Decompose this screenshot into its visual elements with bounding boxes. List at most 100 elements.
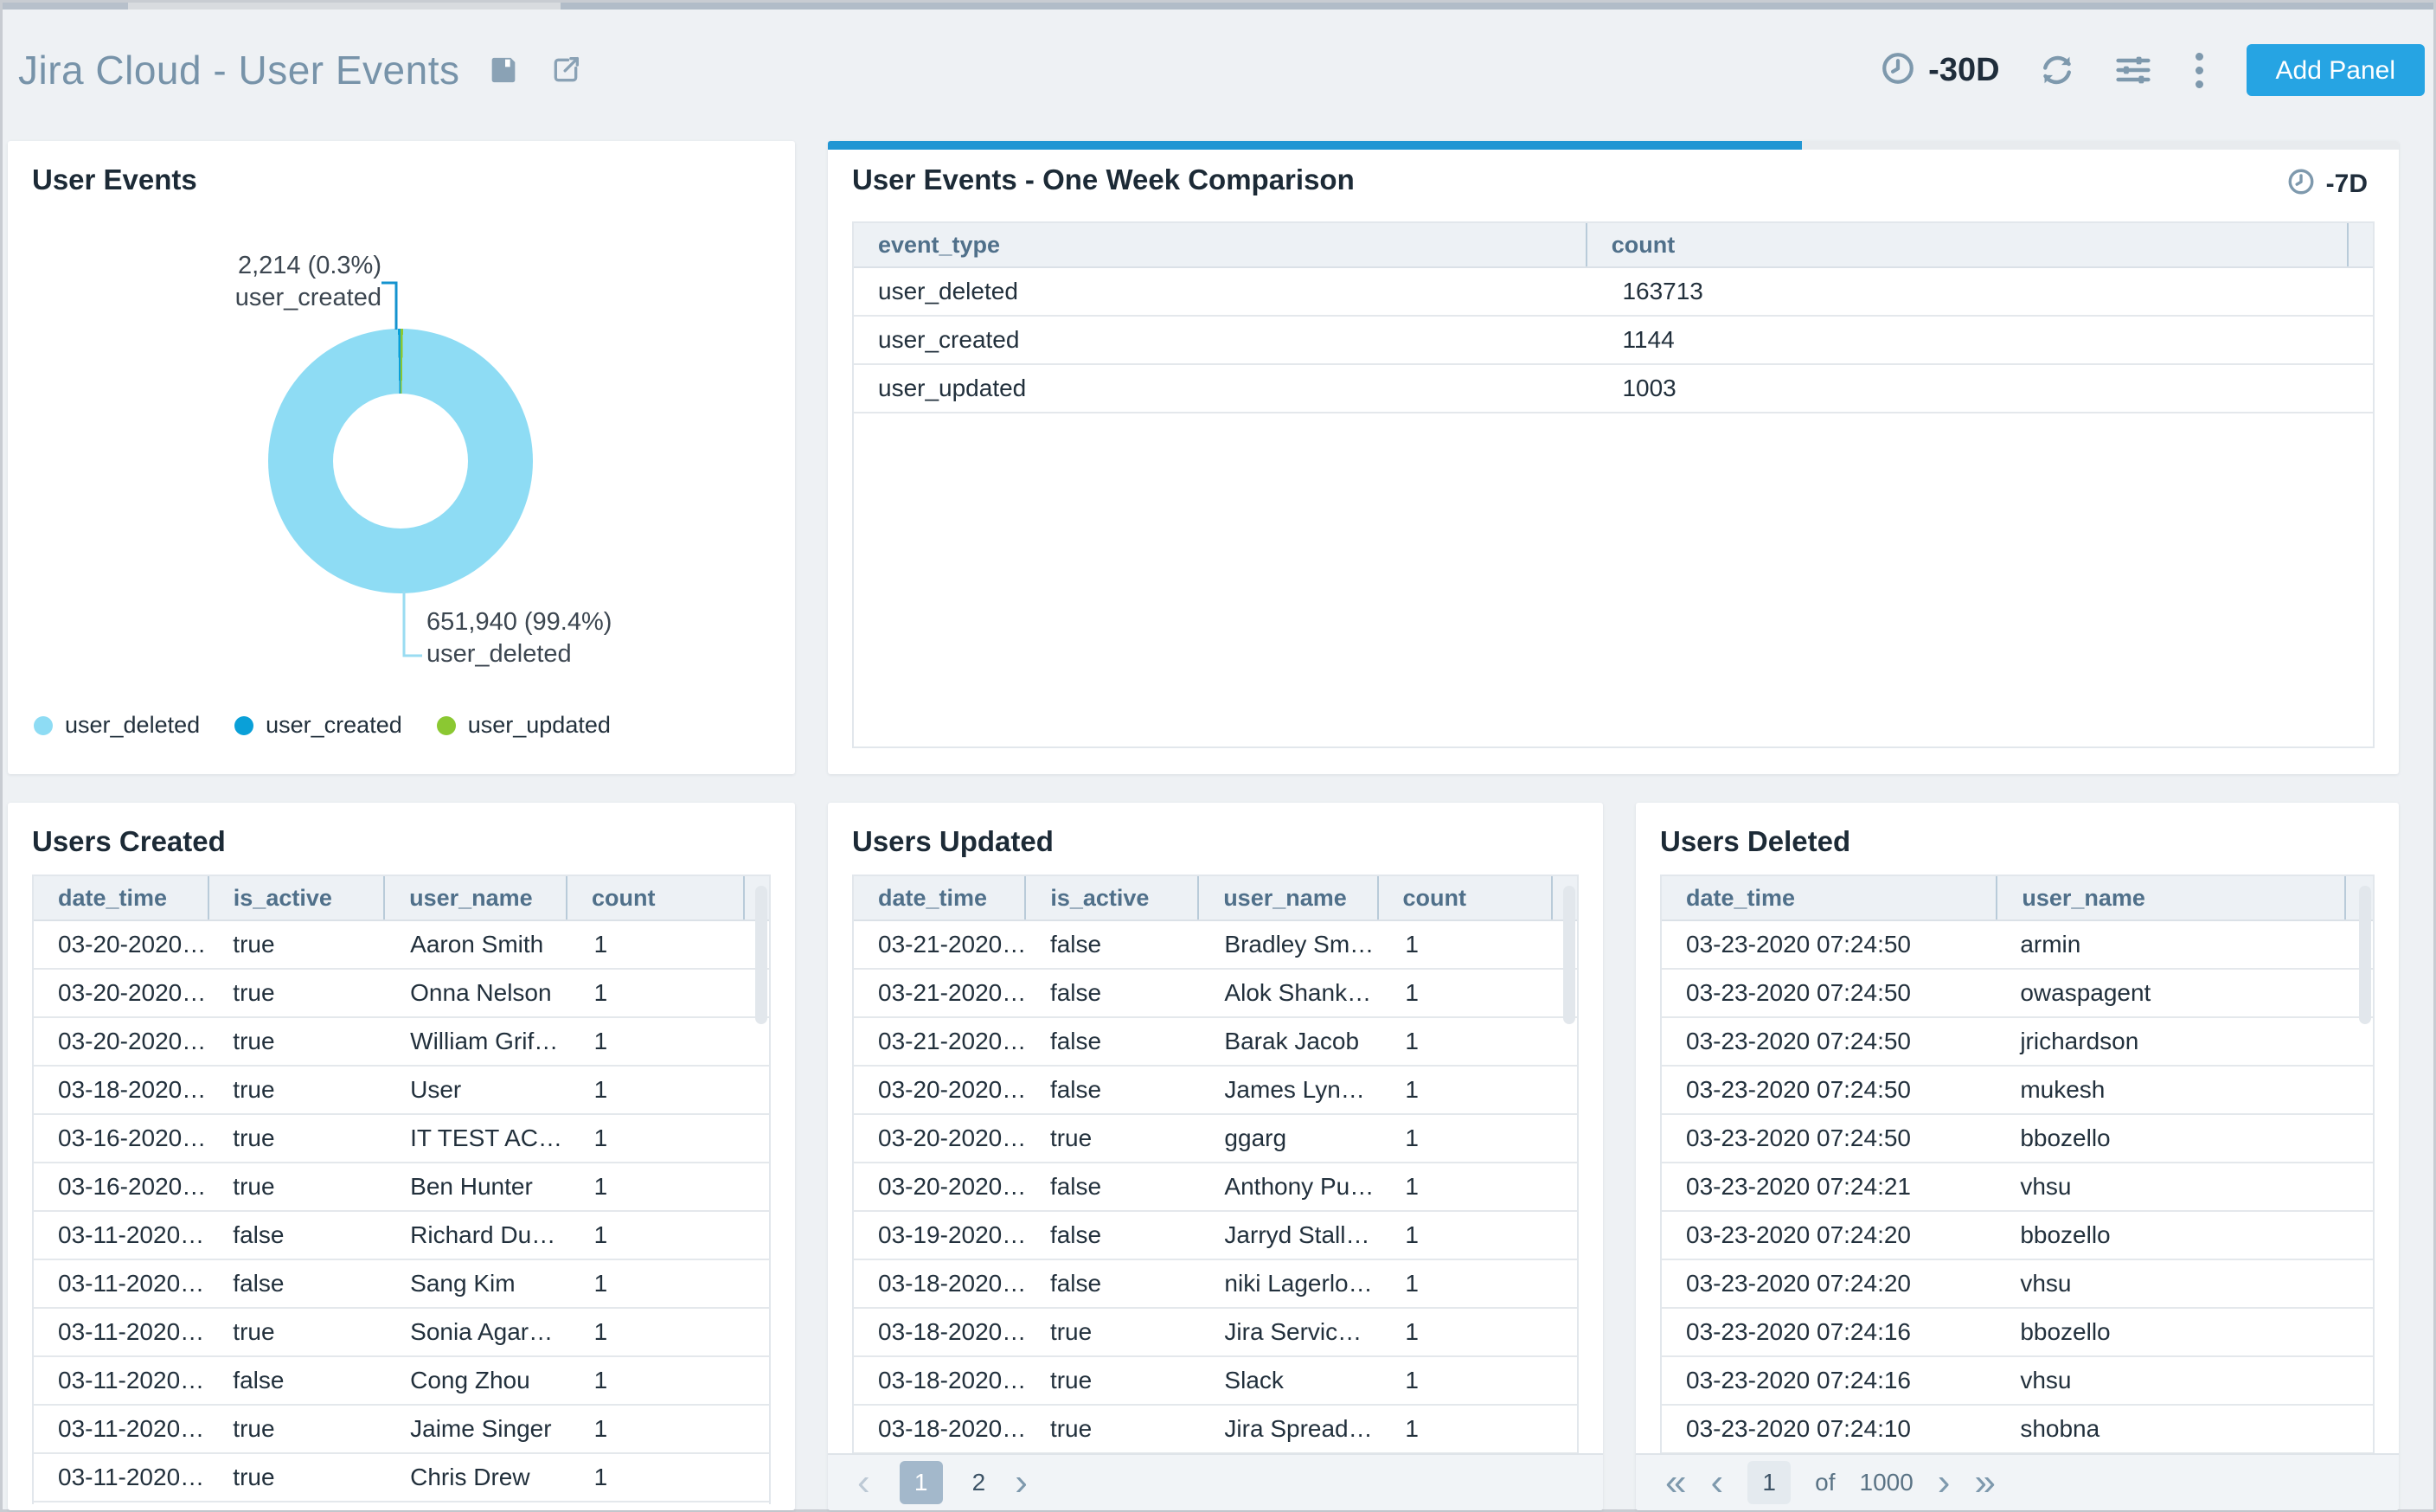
- table-row: 03-23-2020 07:24:50bbozello: [1662, 1115, 2373, 1163]
- table-cell: 03-18-2020…: [854, 1260, 1026, 1307]
- table-scrollbar[interactable]: [755, 886, 767, 1024]
- table-row: 03-18-2020…falseniki Lagerlo…1: [854, 1260, 1577, 1309]
- table-cell: true: [1026, 1115, 1200, 1162]
- table-row: 03-11-2020…falseRichard Du…1: [34, 1212, 769, 1260]
- column-header-count[interactable]: count: [566, 876, 743, 919]
- column-header-user_name[interactable]: user_name: [1197, 876, 1376, 919]
- table-cell: user_updated: [854, 365, 1598, 412]
- column-header-date_time[interactable]: date_time: [1662, 876, 1996, 919]
- table-body: user_deleted163713user_created1144user_u…: [854, 268, 2373, 413]
- table-cell: 1: [570, 970, 749, 1016]
- table-cell: jrichardson: [1996, 1018, 2344, 1065]
- table-cell: 1: [1381, 1115, 1556, 1162]
- table-cell: 03-23-2020 07:24:21: [1662, 1163, 1996, 1210]
- chevron-right-icon[interactable]: ›: [1938, 1461, 1951, 1504]
- double-chevron-right-icon[interactable]: »: [1974, 1461, 1995, 1504]
- table-cell: Aaron Smith: [386, 921, 570, 968]
- panel-time-range[interactable]: -7D: [2286, 167, 2368, 201]
- donut-chart[interactable]: [268, 329, 533, 593]
- page-button-2[interactable]: 2: [972, 1469, 986, 1496]
- column-header-date_time[interactable]: date_time: [854, 876, 1024, 919]
- callout-value: 2,214 (0.3%): [235, 250, 381, 282]
- double-chevron-left-icon[interactable]: «: [1665, 1461, 1686, 1504]
- table-cell: false: [1026, 921, 1200, 968]
- users-updated-table: date_timeis_activeuser_namecount03-21-20…: [852, 875, 1579, 1454]
- column-header-is_active[interactable]: is_active: [1024, 876, 1197, 919]
- table-cell: 03-11-2020…: [34, 1357, 208, 1404]
- column-header-event_type[interactable]: event_type: [854, 223, 1586, 266]
- table-cell: owaspagent: [1996, 970, 2344, 1016]
- table-row: 03-18-2020…trueJira Servic…1: [854, 1309, 1577, 1357]
- callout-user-created: 2,214 (0.3%) user_created: [235, 250, 381, 314]
- table-cell: 1: [570, 1018, 749, 1065]
- page-button-1[interactable]: 1: [900, 1461, 943, 1504]
- table-row: 03-11-2020…falseSang Kim1: [34, 1260, 769, 1309]
- table-cell: 03-18-2020…: [854, 1309, 1026, 1355]
- table-cell: user_created: [854, 317, 1598, 363]
- kebab-menu-icon[interactable]: [2190, 48, 2208, 93]
- table-row: 03-11-2020…trueChris Drew1: [34, 1454, 769, 1502]
- save-icon[interactable]: [484, 51, 522, 89]
- refresh-icon[interactable]: [2038, 51, 2076, 89]
- column-header-count[interactable]: count: [1586, 223, 2347, 266]
- panel-title: User Events - One Week Comparison: [852, 163, 1355, 196]
- page-of-label: of: [1815, 1469, 1835, 1496]
- table-cell: Jarryd Stall…: [1200, 1212, 1381, 1259]
- week-comparison-table: event_typecountuser_deleted163713user_cr…: [852, 221, 2375, 748]
- table-row: 03-23-2020 07:24:16bbozello: [1662, 1309, 2373, 1357]
- table-header-row: date_timeis_activeuser_namecount: [854, 876, 1577, 921]
- legend-item-user-updated[interactable]: user_updated: [437, 712, 611, 739]
- column-header-date_time[interactable]: date_time: [34, 876, 208, 919]
- table-row: 03-20-2020…trueOnna Nelson1: [34, 970, 769, 1018]
- table-cell: 03-18-2020…: [854, 1406, 1026, 1452]
- table-row: 03-21-2020…falseBradley Sm…1: [854, 921, 1577, 970]
- time-range-value: -7D: [2326, 170, 2368, 199]
- legend-item-user-created[interactable]: user_created: [234, 712, 402, 739]
- current-page-box[interactable]: 1: [1747, 1461, 1791, 1504]
- share-icon[interactable]: [547, 51, 585, 89]
- table-cell: Jira Servic…: [1200, 1309, 1381, 1355]
- table-cell: 1: [570, 1406, 749, 1452]
- column-header-user_name[interactable]: user_name: [383, 876, 566, 919]
- panel-title: User Events: [32, 163, 197, 196]
- table-row: 03-21-2020…falseAlok Shank…1: [854, 970, 1577, 1018]
- panel-user-events: User Events 2,214 (0.3%) user_created 65…: [8, 141, 795, 774]
- table-cell: 1: [570, 921, 749, 968]
- panel-users-created: Users Created date_timeis_activeuser_nam…: [8, 803, 795, 1510]
- table-cell: 1003: [1598, 365, 2373, 412]
- table-header-row: event_typecount: [854, 223, 2373, 268]
- table-row: 03-20-2020…trueggarg1: [854, 1115, 1577, 1163]
- filter-sliders-icon[interactable]: [2114, 51, 2152, 89]
- table-cell: Bradley Sm…: [1200, 921, 1381, 968]
- chevron-left-icon[interactable]: ‹: [1710, 1461, 1723, 1504]
- panel-title: Users Deleted: [1660, 825, 1850, 858]
- table-row: user_deleted163713: [854, 268, 2373, 317]
- column-header-is_active[interactable]: is_active: [208, 876, 383, 919]
- table-cell: 1: [1381, 1163, 1556, 1210]
- callout-user-deleted: 651,940 (99.4%) user_deleted: [426, 606, 612, 670]
- table-cell: Jira Spread…: [1200, 1406, 1381, 1452]
- table-cell: 1: [570, 1260, 749, 1307]
- time-range-selector[interactable]: -30D: [1880, 50, 1999, 91]
- column-header-user_name[interactable]: user_name: [1996, 876, 2344, 919]
- table-cell: 03-23-2020 07:24:10: [1662, 1406, 1996, 1452]
- legend-item-user-deleted[interactable]: user_deleted: [34, 712, 200, 739]
- column-header-count[interactable]: count: [1377, 876, 1552, 919]
- table-cell: mukesh: [1996, 1067, 2344, 1113]
- table-body: 03-23-2020 07:24:50armin03-23-2020 07:24…: [1662, 921, 2373, 1454]
- table-cell: 03-16-2020…: [34, 1115, 208, 1162]
- table-row: 03-11-2020…falseCong Zhou1: [34, 1357, 769, 1406]
- header-gutter: [2347, 223, 2373, 266]
- table-cell: 1: [570, 1115, 749, 1162]
- panel-loading-bar: [828, 141, 2399, 150]
- table-scrollbar[interactable]: [1563, 886, 1575, 1024]
- table-cell: user_deleted: [854, 268, 1598, 315]
- chevron-right-icon[interactable]: ›: [1015, 1461, 1028, 1504]
- table-cell: 03-18-2020…: [854, 1357, 1026, 1404]
- table-cell: ggarg: [1200, 1115, 1381, 1162]
- add-panel-button[interactable]: Add Panel: [2247, 44, 2425, 96]
- table-scrollbar[interactable]: [2359, 886, 2371, 1024]
- table-row: 03-23-2020 07:24:16vhsu: [1662, 1357, 2373, 1406]
- table-cell: 1: [570, 1067, 749, 1113]
- chevron-left-icon[interactable]: ‹: [857, 1461, 870, 1504]
